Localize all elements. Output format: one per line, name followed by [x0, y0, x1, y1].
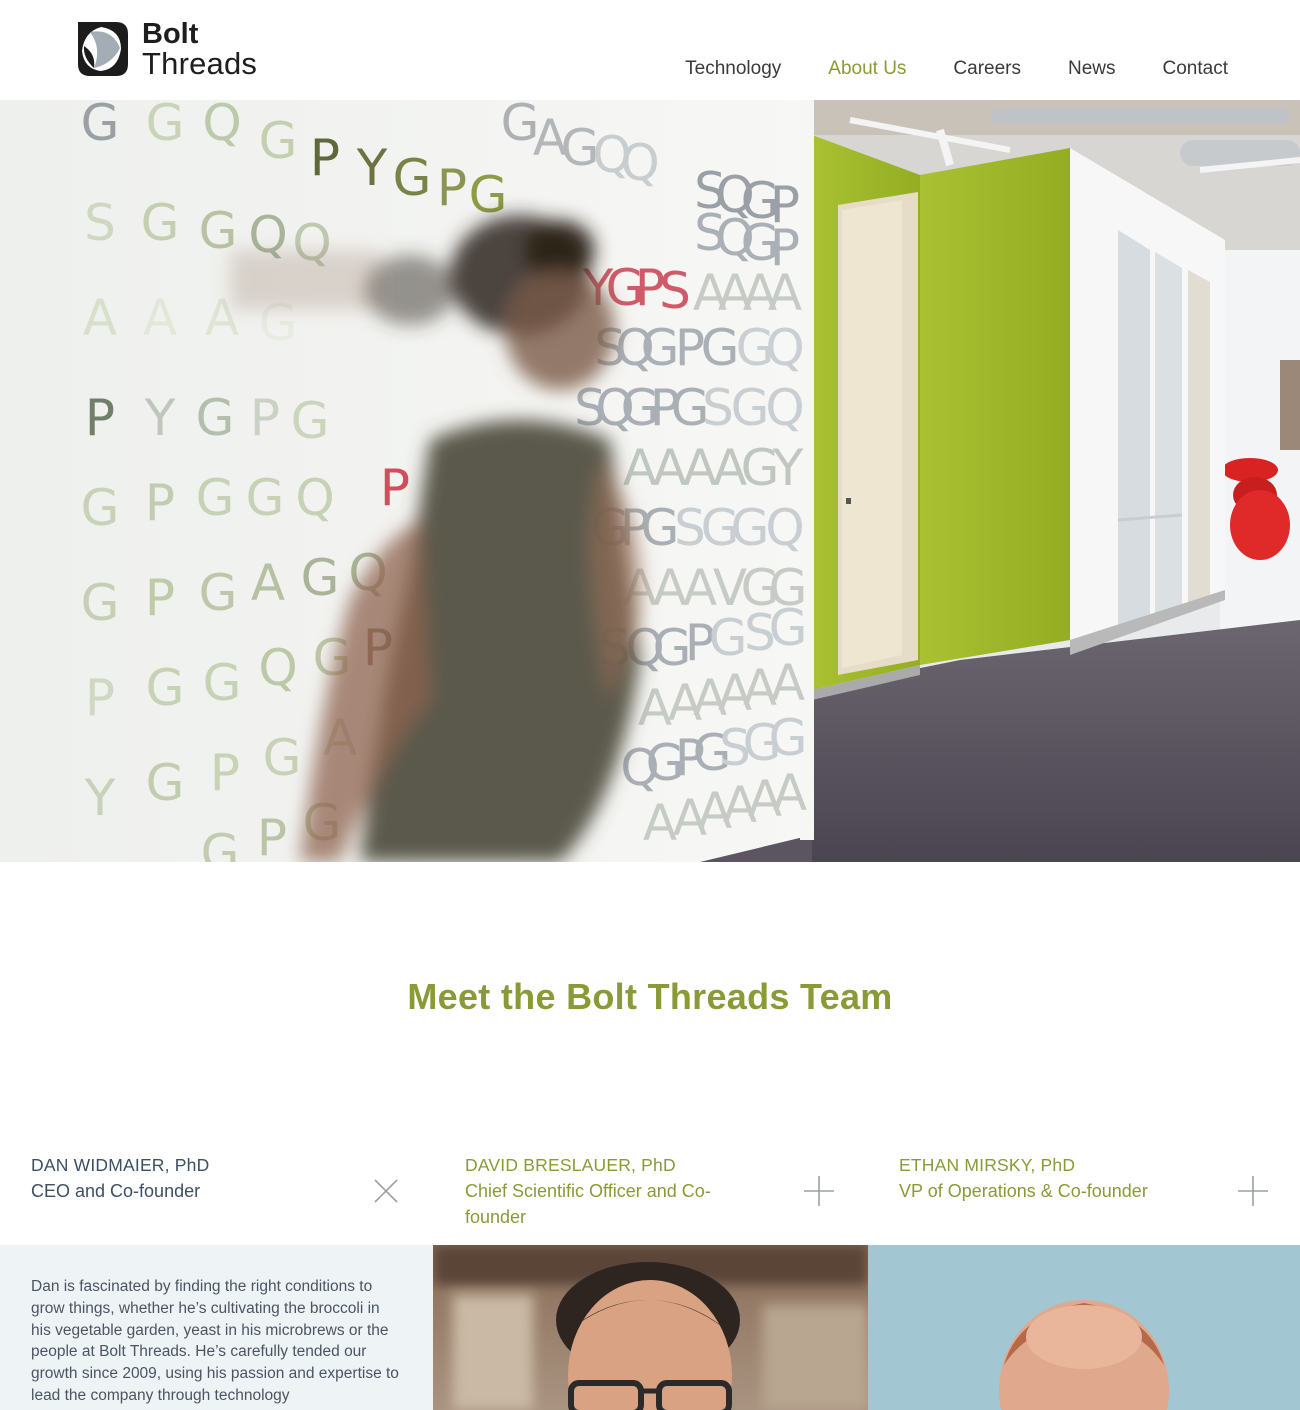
- hero-office-photo: GGQG PYGPG GAGQQ SGGQQ SQGP AAAG SQGP PY…: [0, 100, 1300, 862]
- svg-text:G: G: [203, 654, 242, 712]
- svg-text:G: G: [146, 754, 185, 812]
- svg-text:G: G: [146, 100, 185, 152]
- svg-text:P: P: [310, 129, 340, 187]
- svg-text:Q: Q: [295, 469, 334, 527]
- svg-text:Y: Y: [144, 389, 176, 447]
- main-nav: Technology About Us Careers News Contact: [638, 57, 1228, 81]
- svg-text:A: A: [143, 289, 177, 347]
- svg-text:P: P: [210, 744, 240, 802]
- svg-text:G: G: [731, 379, 770, 437]
- member-photo-ethan-mirsky[interactable]: [868, 1245, 1300, 1410]
- svg-text:Y: Y: [772, 439, 804, 497]
- brand-name-bolt: Bolt: [142, 18, 199, 50]
- svg-text:G: G: [469, 166, 508, 224]
- nav-item-contact[interactable]: Contact: [1163, 57, 1228, 81]
- member-name: ETHAN MIRSKY, PhD: [899, 1155, 1076, 1175]
- svg-text:G: G: [259, 112, 298, 170]
- svg-text:P: P: [85, 669, 115, 727]
- brand-logo[interactable]: Bolt Threads: [72, 18, 257, 80]
- svg-text:G: G: [263, 729, 302, 787]
- svg-text:G: G: [246, 469, 285, 527]
- plus-icon[interactable]: [804, 1176, 834, 1206]
- svg-text:G: G: [769, 599, 808, 657]
- svg-text:G: G: [301, 549, 340, 607]
- svg-text:G: G: [81, 100, 120, 152]
- svg-text:G: G: [709, 609, 748, 667]
- svg-text:P: P: [145, 569, 175, 627]
- svg-text:G: G: [141, 194, 180, 252]
- brand-name-threads: Threads: [142, 46, 258, 81]
- svg-text:S: S: [84, 194, 116, 252]
- svg-text:A: A: [768, 264, 802, 322]
- svg-text:Q: Q: [202, 100, 241, 152]
- svg-text:Y: Y: [84, 769, 116, 827]
- svg-text:G: G: [393, 149, 432, 207]
- bolt-threads-logo-icon: [78, 22, 128, 76]
- svg-text:Q: Q: [258, 639, 297, 697]
- nav-item-careers[interactable]: Careers: [953, 57, 1021, 81]
- close-icon[interactable]: [371, 1176, 401, 1206]
- svg-text:G: G: [769, 709, 808, 767]
- nav-item-about-us[interactable]: About Us: [828, 57, 906, 81]
- svg-text:A: A: [773, 764, 807, 822]
- svg-text:A: A: [771, 654, 805, 712]
- team-section-heading: Meet the Bolt Threads Team: [407, 976, 893, 1017]
- nav-item-news[interactable]: News: [1068, 57, 1116, 81]
- svg-text:G: G: [146, 659, 185, 717]
- svg-text:G: G: [701, 319, 740, 377]
- member-bio-panel: Dan is fascinated by finding the right c…: [0, 1245, 433, 1410]
- svg-text:G: G: [731, 499, 770, 557]
- svg-text:G: G: [81, 574, 120, 632]
- svg-text:G: G: [196, 469, 235, 527]
- member-role: CEO and Co-founder: [31, 1181, 201, 1201]
- site-header: Bolt Threads Technology About Us Careers…: [0, 0, 1300, 100]
- svg-text:P: P: [250, 389, 280, 447]
- svg-text:Q: Q: [765, 379, 804, 437]
- member-bio-text: Dan is fascinated by finding the right c…: [31, 1278, 399, 1404]
- plus-icon[interactable]: [1238, 1176, 1268, 1206]
- svg-text:G: G: [81, 479, 120, 537]
- svg-text:Q: Q: [765, 499, 804, 557]
- svg-text:Q: Q: [765, 319, 804, 377]
- svg-text:P: P: [145, 474, 175, 532]
- member-name: DAVID BRESLAUER, PhD: [465, 1155, 676, 1175]
- svg-text:Q: Q: [620, 134, 659, 192]
- svg-text:G: G: [196, 389, 235, 447]
- svg-text:G: G: [641, 319, 680, 377]
- hero-slideshow[interactable]: GGQG PYGPG GAGQQ SGGQQ SQGP AAAG SQGP PY…: [0, 100, 1300, 862]
- svg-text:P: P: [85, 389, 115, 447]
- svg-text:P: P: [380, 459, 410, 517]
- svg-text:S: S: [659, 262, 691, 320]
- svg-text:S: S: [702, 379, 734, 437]
- svg-text:Y: Y: [356, 139, 388, 197]
- svg-text:G: G: [291, 392, 330, 450]
- svg-text:A: A: [251, 554, 285, 612]
- svg-text:A: A: [83, 289, 117, 347]
- svg-text:G: G: [201, 824, 240, 862]
- svg-text:P: P: [437, 159, 467, 217]
- nav-item-technology[interactable]: Technology: [685, 57, 781, 81]
- member-role: Chief Scientific Officer and Co-founder: [465, 1181, 711, 1227]
- member-name: DAN WIDMAIER, PhD: [31, 1155, 210, 1175]
- svg-text:G: G: [199, 564, 238, 622]
- member-role: VP of Operations & Co-founder: [899, 1181, 1148, 1201]
- svg-text:P: P: [257, 809, 287, 862]
- member-photo-david-breslauer[interactable]: [433, 1245, 868, 1410]
